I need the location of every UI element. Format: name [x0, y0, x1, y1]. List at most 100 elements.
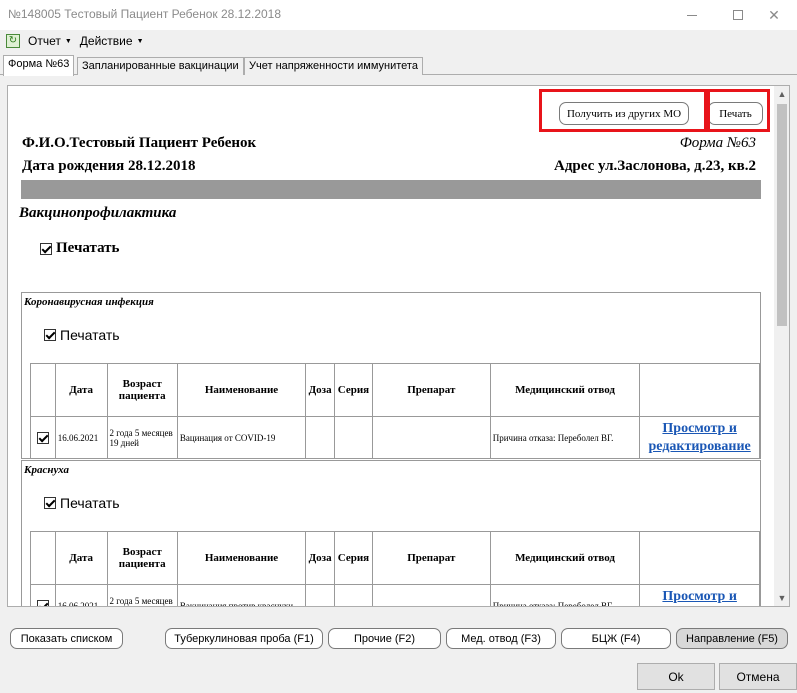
block-print-row: Печатать — [44, 495, 120, 511]
menu-bar: ↻ Отчет ▼ Действие ▼ — [0, 30, 797, 52]
row-checkbox[interactable] — [36, 431, 49, 444]
cell-date: 16.06.2021 — [54, 416, 108, 459]
cell-actions: Просмотр и редактирование — [639, 416, 760, 459]
patient-address: Адрес ул.Заслонова, д.23, кв.2 — [554, 158, 756, 174]
title-bar: №148005 Тестовый Пациент Ребенок 28.12.2… — [0, 0, 797, 30]
form-pane: Получить из других МО Печать Ф.И.О.Тесто… — [7, 85, 790, 607]
minimize-icon — [687, 14, 697, 16]
column-header-age: Возраст пациента — [106, 531, 178, 585]
minimize-button[interactable] — [669, 0, 715, 30]
column-header-name: Наименование — [176, 363, 307, 417]
tuberculin-test-button[interactable]: Туберкулиновая проба (F1) — [165, 628, 323, 649]
tab-strip: Форма №63 Запланированные вакцинации Уче… — [0, 55, 797, 76]
cancel-button[interactable]: Отмена — [719, 663, 797, 690]
view-edit-link[interactable]: Просмотр и редактирование — [649, 589, 751, 607]
get-from-other-mo-button[interactable]: Получить из других МО — [559, 102, 689, 125]
vaccine-block-covid: Коронавирусная инфекция Печатать Дата Во… — [21, 292, 761, 459]
column-header-dose: Доза — [305, 363, 336, 417]
block-print-row: Печатать — [44, 327, 120, 343]
column-header-date: Дата — [54, 531, 108, 585]
chevron-down-icon: ▼ — [64, 37, 72, 45]
column-header-name: Наименование — [176, 531, 307, 585]
view-edit-link[interactable]: Просмотр и редактирование — [649, 421, 751, 454]
print-all-checkbox-row: Печатать — [40, 240, 120, 257]
block-title: Коронавирусная инфекция — [24, 296, 154, 308]
chevron-down-icon: ▼ — [136, 37, 144, 45]
vertical-scrollbar[interactable]: ▲ ▼ — [774, 86, 789, 606]
column-header-actions — [639, 531, 760, 585]
column-header-drug: Препарат — [371, 363, 491, 417]
column-header-med-exemption: Медицинский отвод — [489, 531, 641, 585]
vaccine-block-rubella: Краснуха Печатать Дата Возраст пациента … — [21, 460, 761, 606]
tab-planned-vaccinations[interactable]: Запланированные вакцинации — [77, 57, 244, 75]
document-view: Получить из других МО Печать Ф.И.О.Тесто… — [8, 86, 774, 606]
patient-fio: Ф.И.О.Тестовый Пациент Ребенок — [22, 135, 257, 151]
cell-dose — [305, 584, 336, 606]
menu-report-label: Отчет — [28, 34, 61, 48]
show-list-button[interactable]: Показать списком — [10, 628, 123, 649]
scroll-down-icon[interactable]: ▼ — [774, 590, 789, 606]
column-header-actions — [639, 363, 760, 417]
cell-series — [334, 584, 373, 606]
row-check-cell — [30, 416, 56, 459]
print-all-label: Печатать — [56, 240, 120, 256]
table-row: 16.06.2021 2 года 5 месяцев 19 дней Ваци… — [30, 416, 760, 459]
column-header-check — [30, 531, 56, 585]
block-print-checkbox[interactable] — [44, 329, 56, 341]
block-title: Краснуха — [24, 464, 70, 476]
column-header-drug: Препарат — [371, 531, 491, 585]
ok-button[interactable]: Ok — [637, 663, 715, 690]
cell-name: Вакцинация против краснухи — [176, 584, 307, 606]
form-number: Форма №63 — [679, 135, 756, 151]
block-print-label: Печатать — [60, 327, 120, 343]
table-row: 16.06.2021 2 года 5 месяцев 19 дней Вакц… — [30, 584, 760, 607]
menu-report[interactable]: Отчет ▼ — [28, 34, 72, 48]
column-header-med-exemption: Медицинский отвод — [489, 363, 641, 417]
vaccination-table: Дата Возраст пациента Наименование Доза … — [30, 531, 760, 606]
column-header-series: Серия — [334, 363, 373, 417]
cell-med-exemption: Причина отказа: Переболел ВГ. — [489, 416, 641, 459]
scrollbar-thumb[interactable] — [777, 104, 787, 326]
cell-drug — [371, 584, 491, 606]
maximize-icon — [733, 10, 743, 20]
column-header-series: Серия — [334, 531, 373, 585]
window-title: №148005 Тестовый Пациент Ребенок 28.12.2… — [8, 7, 282, 21]
scroll-up-icon[interactable]: ▲ — [774, 86, 789, 102]
refresh-icon[interactable]: ↻ — [6, 34, 20, 48]
vaccination-table: Дата Возраст пациента Наименование Доза … — [30, 363, 760, 459]
print-all-checkbox[interactable] — [40, 242, 52, 255]
other-button[interactable]: Прочие (F2) — [328, 628, 441, 649]
print-button[interactable]: Печать — [708, 102, 763, 125]
column-header-date: Дата — [54, 363, 108, 417]
cell-drug — [371, 416, 491, 459]
block-print-label: Печатать — [60, 495, 120, 511]
close-icon: ✕ — [768, 6, 780, 23]
tab-form-63[interactable]: Форма №63 — [3, 55, 75, 76]
block-print-checkbox[interactable] — [44, 497, 56, 509]
row-check-cell — [30, 584, 56, 606]
menu-action[interactable]: Действие ▼ — [80, 34, 144, 48]
cell-series — [334, 416, 373, 459]
cell-actions: Просмотр и редактирование — [639, 584, 760, 607]
column-header-dose: Доза — [305, 531, 336, 585]
patient-window: №148005 Тестовый Пациент Ребенок 28.12.2… — [0, 0, 797, 693]
cell-date: 16.06.2021 — [54, 584, 108, 606]
row-checkbox[interactable] — [36, 599, 49, 606]
cell-dose — [305, 416, 336, 459]
separator-bar — [21, 180, 761, 199]
med-exemption-button[interactable]: Мед. отвод (F3) — [446, 628, 556, 649]
section-title: Вакцинопрофилактика — [19, 205, 177, 221]
close-button[interactable]: ✕ — [751, 0, 797, 30]
cell-med-exemption: Причина отказа: Переболел ВГ. — [489, 584, 641, 606]
column-header-check — [30, 363, 56, 417]
cell-age: 2 года 5 месяцев 19 дней — [106, 416, 178, 459]
table-header-row: Дата Возраст пациента Наименование Доза … — [30, 531, 760, 585]
cell-age: 2 года 5 месяцев 19 дней — [106, 584, 178, 606]
bcg-button[interactable]: БЦЖ (F4) — [561, 628, 671, 649]
direction-button[interactable]: Направление (F5) — [676, 628, 788, 649]
table-header-row: Дата Возраст пациента Наименование Доза … — [30, 363, 760, 417]
column-header-age: Возраст пациента — [106, 363, 178, 417]
cell-name: Вацинация от COVID-19 — [176, 416, 307, 459]
patient-dob: Дата рождения 28.12.2018 — [22, 158, 196, 174]
tab-immunity-tension[interactable]: Учет напряженности иммунитета — [244, 57, 423, 75]
